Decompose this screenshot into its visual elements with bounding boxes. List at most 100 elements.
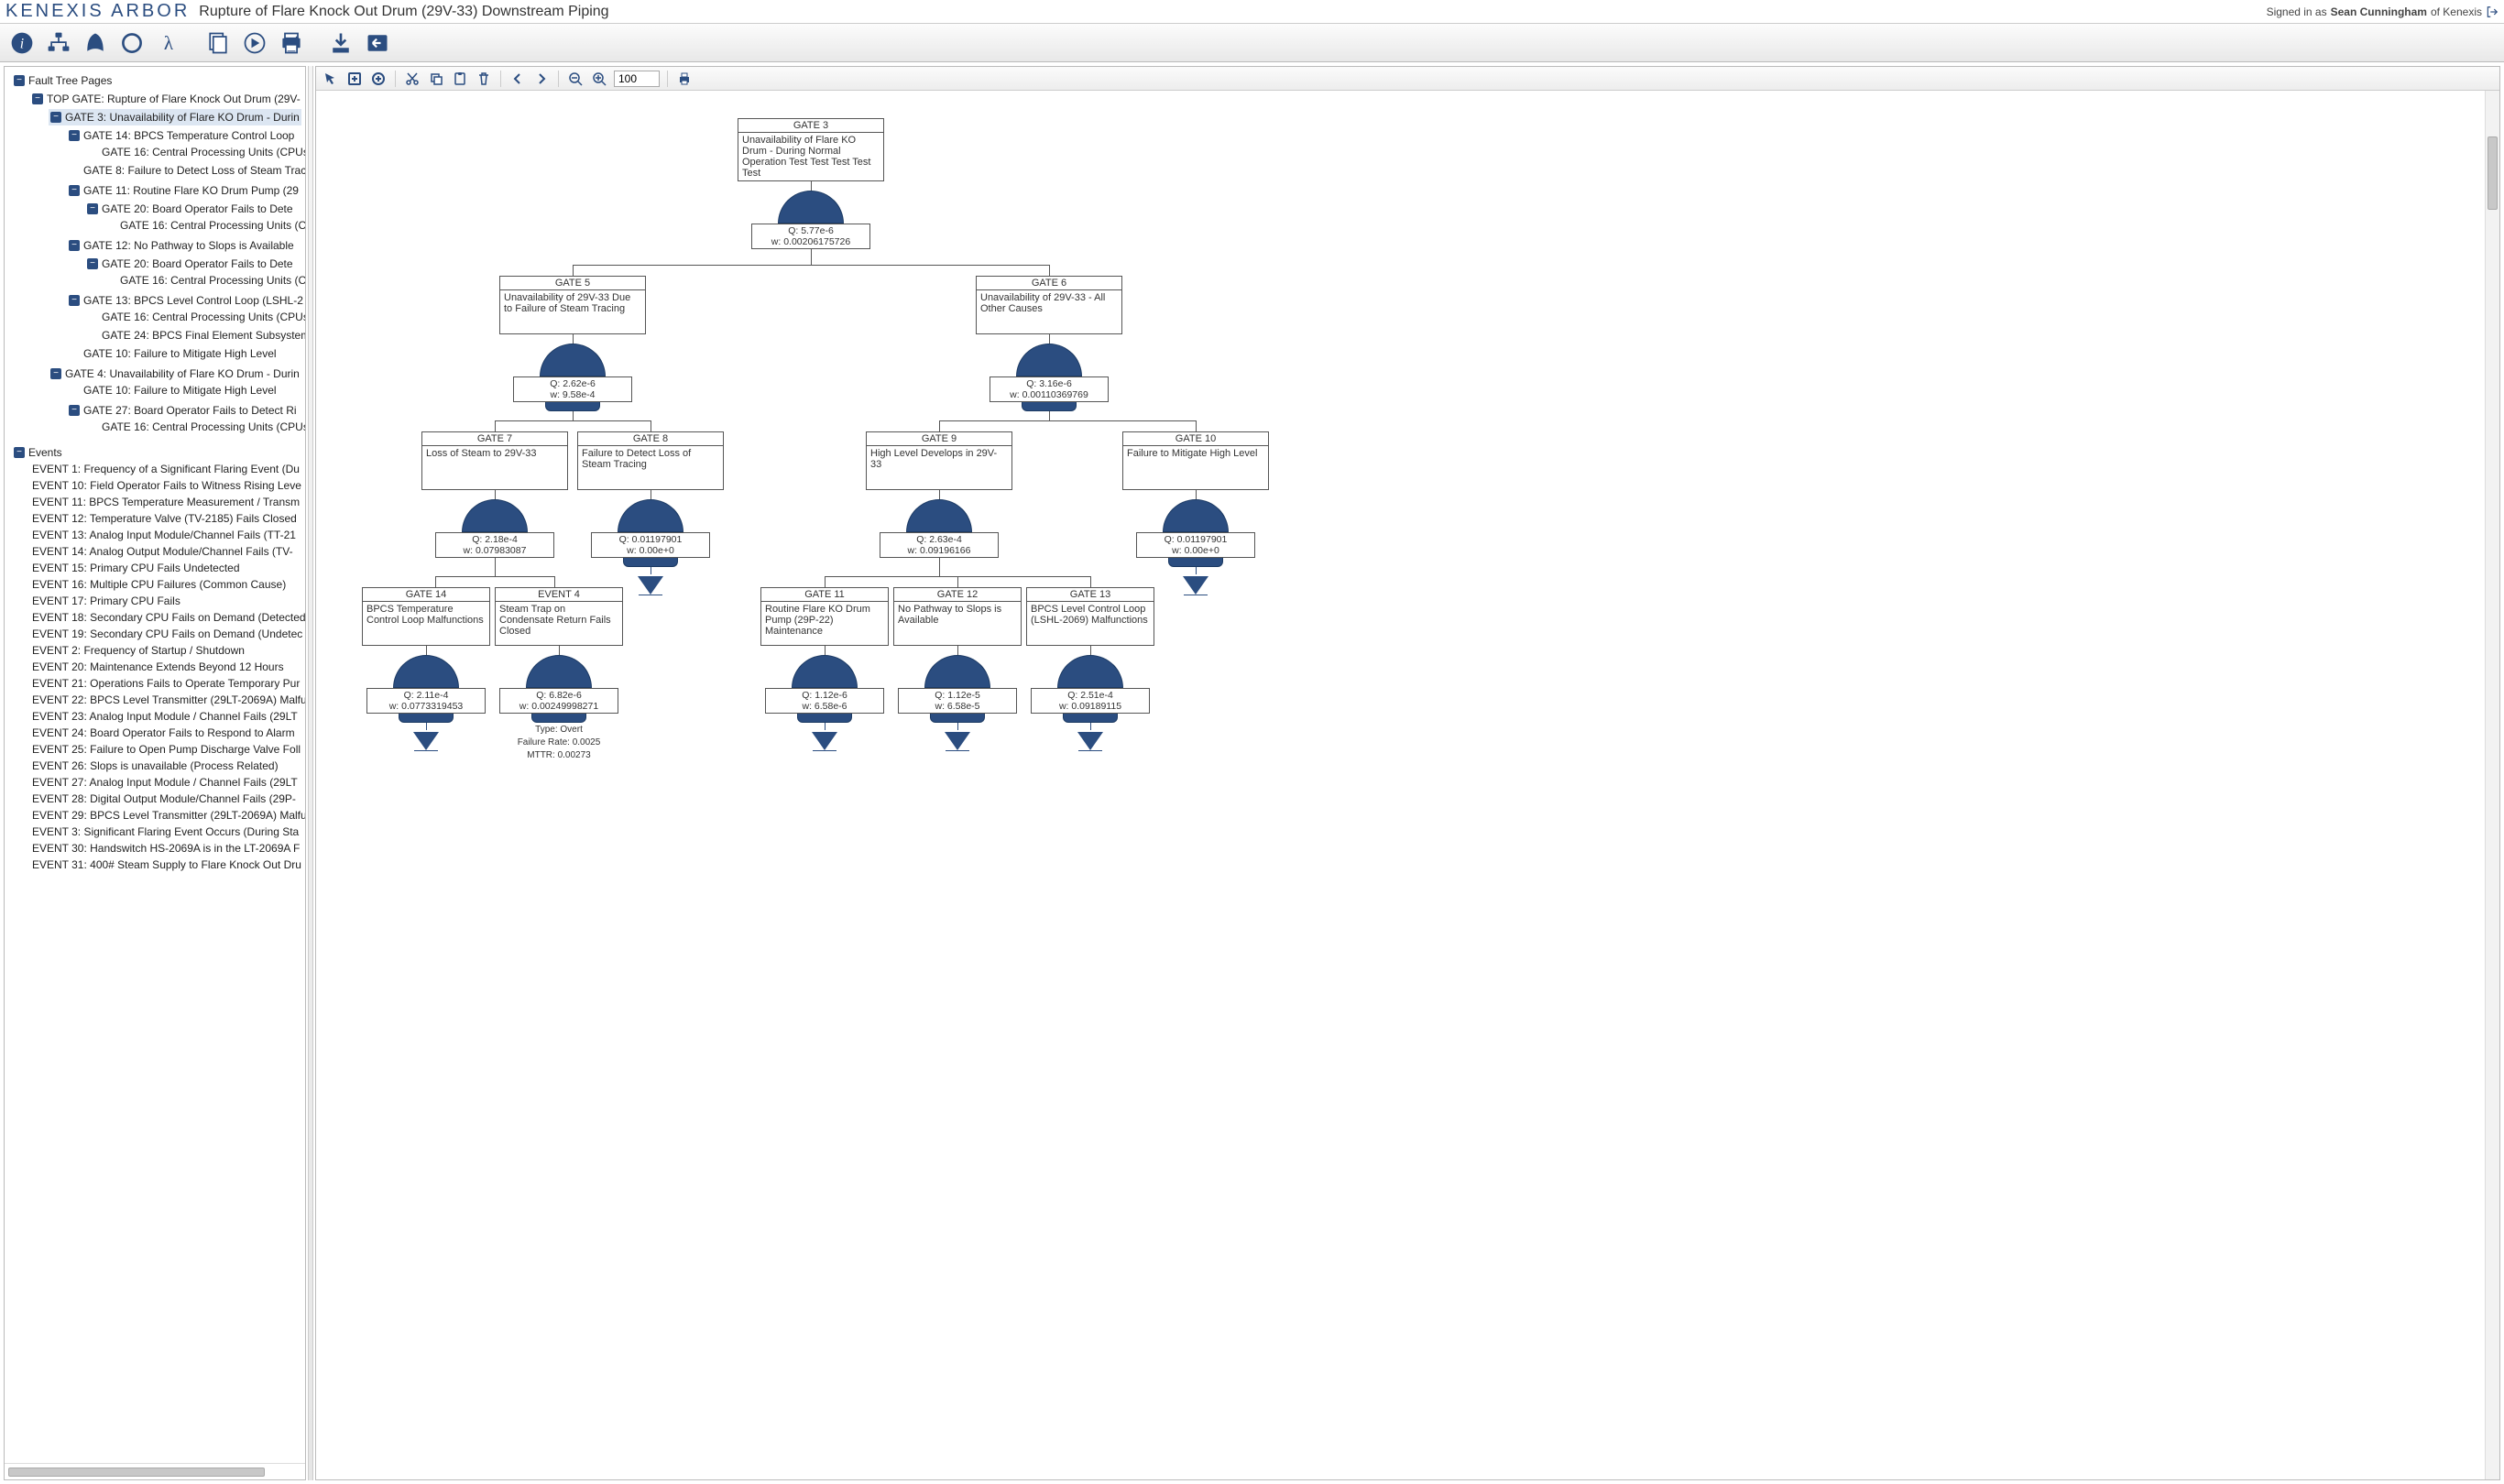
- pointer-tool-icon[interactable]: [322, 70, 340, 88]
- gate-6-node[interactable]: GATE 6 Unavailability of 29V-33 - All Ot…: [976, 276, 1122, 411]
- collapse-icon[interactable]: −: [14, 75, 25, 86]
- add-event-icon[interactable]: [369, 70, 388, 88]
- tree-item[interactable]: GATE 16: Central Processing Units (CF: [100, 272, 287, 290]
- zoom-out-icon[interactable]: [566, 70, 585, 88]
- basic-event-button[interactable]: [115, 27, 148, 60]
- tree-section-events[interactable]: −Events EVENT 1: Frequency of a Signific…: [8, 442, 305, 873]
- lambda-button[interactable]: λ: [152, 27, 185, 60]
- gate-12-node[interactable]: GATE 12 No Pathway to Slops is Available…: [893, 587, 1022, 751]
- tree-item[interactable]: GATE 10: Failure to Mitigate High Level: [63, 382, 294, 400]
- collapse-icon[interactable]: −: [69, 185, 80, 196]
- gate-13-node[interactable]: GATE 13 BPCS Level Control Loop (LSHL-20…: [1026, 587, 1154, 751]
- download-button[interactable]: [324, 27, 357, 60]
- print-button[interactable]: [275, 27, 308, 60]
- cut-icon[interactable]: [403, 70, 421, 88]
- collapse-icon[interactable]: −: [50, 368, 61, 379]
- tree-item-event[interactable]: EVENT 28: Digital Output Module/Channel …: [27, 791, 301, 807]
- add-gate-icon[interactable]: [345, 70, 364, 88]
- tree-item-event[interactable]: EVENT 24: Board Operator Fails to Respon…: [27, 725, 301, 741]
- tree-scroll[interactable]: −Fault Tree Pages −TOP GATE: Rupture of …: [5, 67, 305, 1463]
- tree-item-event[interactable]: EVENT 29: BPCS Level Transmitter (29LT-2…: [27, 807, 301, 824]
- tree-item-event[interactable]: EVENT 31: 400# Steam Supply to Flare Kno…: [27, 857, 301, 873]
- collapse-icon[interactable]: −: [87, 258, 98, 269]
- tree-item-event[interactable]: EVENT 16: Multiple CPU Failures (Common …: [27, 576, 301, 593]
- tree-item-event[interactable]: EVENT 25: Failure to Open Pump Discharge…: [27, 741, 301, 758]
- tree-item-event[interactable]: EVENT 10: Field Operator Fails to Witnes…: [27, 477, 301, 494]
- tree-section-pages[interactable]: −Fault Tree Pages −TOP GATE: Rupture of …: [8, 71, 305, 437]
- tree-item[interactable]: −GATE 11: Routine Flare KO Drum Pump (29…: [63, 180, 294, 235]
- tree-item-event[interactable]: EVENT 18: Secondary CPU Fails on Demand …: [27, 609, 301, 626]
- tree-item-event[interactable]: EVENT 20: Maintenance Extends Beyond 12 …: [27, 659, 301, 675]
- collapse-icon[interactable]: −: [69, 295, 80, 306]
- tree-item-event[interactable]: EVENT 26: Slops is unavailable (Process …: [27, 758, 301, 774]
- gate-3-node[interactable]: GATE 3 Unavailability of Flare KO Drum -…: [738, 118, 884, 249]
- gate-8-node[interactable]: GATE 8 Failure to Detect Loss of Steam T…: [577, 431, 724, 595]
- run-button[interactable]: [238, 27, 271, 60]
- tree-item[interactable]: −GATE 4: Unavailability of Flare KO Drum…: [45, 364, 298, 437]
- gate-14-node[interactable]: GATE 14 BPCS Temperature Control Loop Ma…: [362, 587, 490, 751]
- splitter-handle[interactable]: [308, 66, 313, 1480]
- tree-item-event[interactable]: EVENT 15: Primary CPU Fails Undetected: [27, 560, 301, 576]
- collapse-icon[interactable]: −: [69, 240, 80, 251]
- logout-icon[interactable]: [2486, 5, 2499, 18]
- gate-5-node[interactable]: GATE 5 Unavailability of 29V-33 Due to F…: [499, 276, 646, 411]
- tree-item-event[interactable]: EVENT 1: Frequency of a Significant Flar…: [27, 461, 301, 477]
- tree-item[interactable]: −GATE 3: Unavailability of Flare KO Drum…: [45, 107, 298, 364]
- tree-item-event[interactable]: EVENT 11: BPCS Temperature Measurement /…: [27, 494, 301, 510]
- or-gate-button[interactable]: [79, 27, 112, 60]
- tree-item[interactable]: −GATE 13: BPCS Level Control Loop (LSHL-…: [63, 290, 294, 345]
- fault-tree-canvas[interactable]: GATE 3 Unavailability of Flare KO Drum -…: [316, 91, 1690, 851]
- canvas-vertical-scrollbar[interactable]: [2485, 91, 2499, 1479]
- collapse-icon[interactable]: −: [69, 405, 80, 416]
- tree-item[interactable]: −GATE 27: Board Operator Fails to Detect…: [63, 400, 294, 437]
- tree-item-event[interactable]: EVENT 2: Frequency of Startup / Shutdown: [27, 642, 301, 659]
- tree-item-event[interactable]: EVENT 19: Secondary CPU Fails on Demand …: [27, 626, 301, 642]
- tree-item-event[interactable]: EVENT 23: Analog Input Module / Channel …: [27, 708, 301, 725]
- tree-item[interactable]: −GATE 14: BPCS Temperature Control Loop …: [63, 125, 294, 162]
- tree-item[interactable]: −GATE 20: Board Operator Fails to Dete G…: [82, 254, 290, 290]
- print-canvas-icon[interactable]: [675, 70, 694, 88]
- nav-prev-icon[interactable]: [508, 70, 527, 88]
- sidebar-horizontal-scrollbar[interactable]: [5, 1463, 305, 1479]
- gate-7-node[interactable]: GATE 7 Loss of Steam to 29V-33 Q: 2.18e-…: [421, 431, 568, 558]
- nav-next-icon[interactable]: [532, 70, 551, 88]
- tree-item-event[interactable]: EVENT 22: BPCS Level Transmitter (29LT-2…: [27, 692, 301, 708]
- zoom-in-icon[interactable]: [590, 70, 608, 88]
- tree-item-event[interactable]: EVENT 12: Temperature Valve (TV-2185) Fa…: [27, 510, 301, 527]
- collapse-icon[interactable]: −: [87, 203, 98, 214]
- tree-item[interactable]: GATE 10: Failure to Mitigate High Level: [63, 345, 294, 364]
- delete-icon[interactable]: [475, 70, 493, 88]
- event-4-node[interactable]: EVENT 4 Steam Trap on Condensate Return …: [495, 587, 623, 761]
- tree-item[interactable]: −GATE 20: Board Operator Fails to Dete G…: [82, 199, 290, 235]
- canvas-scroll[interactable]: GATE 3 Unavailability of Flare KO Drum -…: [316, 91, 2499, 1479]
- tree-item[interactable]: GATE 8: Failure to Detect Loss of Steam …: [63, 162, 294, 180]
- paste-icon[interactable]: [451, 70, 469, 88]
- collapse-icon[interactable]: −: [14, 447, 25, 458]
- collapse-icon[interactable]: −: [50, 112, 61, 123]
- tree-item-event[interactable]: EVENT 21: Operations Fails to Operate Te…: [27, 675, 301, 692]
- hierarchy-button[interactable]: [42, 27, 75, 60]
- tree-item-event[interactable]: EVENT 27: Analog Input Module / Channel …: [27, 774, 301, 791]
- tree-item-event[interactable]: EVENT 14: Analog Output Module/Channel F…: [27, 543, 301, 560]
- tree-item-event[interactable]: EVENT 13: Analog Input Module/Channel Fa…: [27, 527, 301, 543]
- tree-item-event[interactable]: EVENT 30: Handswitch HS-2069A is in the …: [27, 840, 301, 857]
- collapse-icon[interactable]: −: [32, 93, 43, 104]
- tree-item-event[interactable]: EVENT 3: Significant Flaring Event Occur…: [27, 824, 301, 840]
- tree-item[interactable]: GATE 24: BPCS Final Element Subsystem I: [82, 327, 290, 345]
- gate-10-node[interactable]: GATE 10 Failure to Mitigate High Level Q…: [1122, 431, 1269, 595]
- tree-item[interactable]: GATE 16: Central Processing Units (CF: [100, 217, 287, 235]
- tree-item[interactable]: GATE 16: Central Processing Units (CPUs): [82, 419, 290, 437]
- collapse-icon[interactable]: −: [69, 130, 80, 141]
- tree-item[interactable]: GATE 16: Central Processing Units (CPUs): [82, 309, 290, 327]
- tree-item[interactable]: GATE 16: Central Processing Units (CPUs): [82, 144, 290, 162]
- gate-11-node[interactable]: GATE 11 Routine Flare KO Drum Pump (29P-…: [760, 587, 889, 751]
- gate-9-node[interactable]: GATE 9 High Level Develops in 29V-33 Q: …: [866, 431, 1012, 558]
- tree-item[interactable]: −GATE 12: No Pathway to Slops is Availab…: [63, 235, 294, 290]
- copy-icon[interactable]: [427, 70, 445, 88]
- pages-button[interactable]: [202, 27, 235, 60]
- tree-item[interactable]: −TOP GATE: Rupture of Flare Knock Out Dr…: [27, 89, 301, 437]
- info-button[interactable]: i: [5, 27, 38, 60]
- back-button[interactable]: [361, 27, 394, 60]
- tree-item-event[interactable]: EVENT 17: Primary CPU Fails: [27, 593, 301, 609]
- zoom-input[interactable]: [614, 71, 660, 87]
